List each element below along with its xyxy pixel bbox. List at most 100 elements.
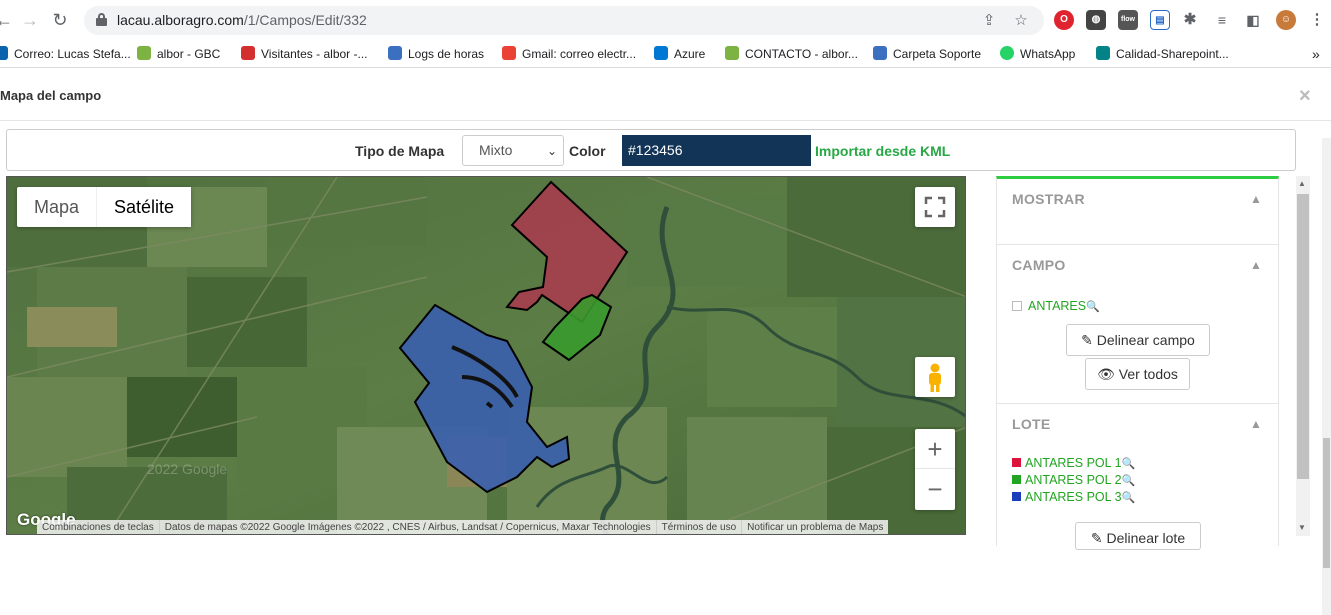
bookmarks-more[interactable]: » [1312,46,1320,62]
bookmark-correo[interactable]: Correo: Lucas Stefa... [0,46,131,62]
browser-toolbar: ← → ↻ lacau.alboragro.com/1/Campos/Edit/… [0,0,1331,40]
whatsapp-icon [1000,46,1014,60]
map-type-select[interactable]: Mixto ⌄ [462,135,564,166]
zoom-in-icon[interactable]: 🔍 [1122,492,1136,504]
color-label: Color [569,143,606,159]
media-icon[interactable]: ≡ [1212,10,1232,30]
map-toolbar: Tipo de Mapa Mixto ⌄ Color #123456 Impor… [6,129,1296,171]
puzzle-icon[interactable]: ✱ [1180,10,1200,30]
albor-icon [725,46,739,60]
delinear-campo-button[interactable]: ✎ Delinear campo [1066,324,1210,356]
gmail-icon [502,46,516,60]
chevron-up-icon[interactable]: ▲ [1250,417,1262,431]
bookmark-calidad[interactable]: Calidad-Sharepoint... [1096,46,1229,62]
section-mostrar: MOSTRAR ▲ [997,179,1278,245]
map-data-text: Datos de mapas ©2022 Google Imágenes ©20… [160,520,657,534]
pencil-icon: ✎ [1090,530,1107,546]
zoom-control: + − [915,429,955,510]
lote-item[interactable]: ANTARES POL 2🔍 [1012,473,1135,487]
satellite-imagery: 2022 Google [7,177,965,534]
bookmark-contacto[interactable]: CONTACTO - albor... [725,46,858,62]
modal-title: Mapa del campo [0,88,102,103]
bookmark-gmail[interactable]: Gmail: correo electr... [502,46,636,62]
bookmark-albor-gbc[interactable]: albor - GBC [137,46,220,62]
chevron-down-icon: ⌄ [546,144,557,158]
sharepoint-icon [1096,46,1110,60]
menu-icon[interactable]: ⋮ [1307,10,1327,30]
lock-icon [96,13,107,26]
terms-link[interactable]: Términos de uso [657,520,743,534]
chevron-up-icon[interactable]: ▲ [1250,258,1262,272]
chevron-up-icon[interactable]: ▲ [1250,192,1262,206]
section-lote: LOTE ▲ ANTARES POL 1🔍 ANTARES POL 2🔍 ANT… [997,404,1278,550]
map-type-satellite-button[interactable]: Satélite [96,187,192,227]
bookmark-carpeta[interactable]: Carpeta Soporte [873,46,981,62]
section-campo: CAMPO ▲ ANTARES🔍 ✎ Delinear campo 👁 Ver … [997,245,1278,404]
bookmark-logs[interactable]: Logs de horas [388,46,484,62]
color-swatch [1012,492,1021,501]
page-content: Mapa del campo × Tipo de Mapa Mixto ⌄ Co… [0,69,1331,615]
fullscreen-icon [924,196,946,218]
page-scrollbar[interactable] [1322,138,1331,615]
street-view-button[interactable] [915,357,955,397]
zoom-in-icon[interactable]: 🔍 [1086,301,1100,313]
scroll-up-icon[interactable]: ▲ [1298,179,1306,188]
outlook-icon [0,46,8,60]
keyboard-shortcuts-link[interactable]: Combinaciones de teclas [37,520,160,534]
map-attribution: Combinaciones de teclas Datos de mapas ©… [37,520,889,534]
zoom-in-button[interactable]: + [915,429,955,469]
scroll-thumb[interactable] [1323,438,1330,568]
lote-item[interactable]: ANTARES POL 1🔍 [1012,456,1135,470]
section-title: LOTE [1012,416,1051,432]
bookmark-azure[interactable]: Azure [654,46,705,62]
star-icon[interactable]: ☆ [1012,12,1030,30]
color-input[interactable]: #123456 [622,135,811,166]
modal-header: Mapa del campo × [0,69,1331,121]
satellite-map[interactable]: 2022 Google Mapa Satélite + − Google Com… [6,176,966,535]
import-kml-link[interactable]: Importar desde KML [815,143,950,159]
scroll-thumb[interactable] [1297,194,1309,479]
campo-item[interactable]: ANTARES🔍 [1012,299,1100,313]
avatar[interactable]: ☺ [1276,10,1296,30]
color-swatch [1012,475,1021,484]
map-type-control: Mapa Satélite [17,187,192,227]
albor-icon [137,46,151,60]
map-type-map-button[interactable]: Mapa [17,187,96,227]
report-problem-link[interactable]: Notificar un problema de Maps [742,520,888,534]
lote-item[interactable]: ANTARES POL 3🔍 [1012,490,1135,504]
checkbox[interactable] [1012,301,1022,311]
panel-scrollbar[interactable]: ▲ ▼ [1296,176,1310,536]
opera-icon[interactable]: O [1054,10,1074,30]
back-icon[interactable]: ← [0,10,14,30]
forward-icon[interactable]: → [20,10,40,30]
svg-text:2022 Google: 2022 Google [147,461,227,477]
url-text[interactable]: lacau.alboragro.com/1/Campos/Edit/332 [117,12,367,28]
zoom-in-icon[interactable]: 🔍 [1122,475,1136,487]
bookmark-whatsapp[interactable]: WhatsApp [1000,46,1075,62]
map-type-label: Tipo de Mapa [355,143,445,159]
zoom-in-icon[interactable]: 🔍 [1122,458,1136,470]
pegman-icon [929,363,941,392]
azure-icon [654,46,668,60]
section-title: MOSTRAR [1012,191,1085,207]
color-swatch [1012,458,1021,467]
address-bar[interactable]: lacau.alboragro.com/1/Campos/Edit/332 ⇪ … [84,6,1044,35]
bookmark-visitantes[interactable]: Visitantes - albor -... [241,46,368,62]
folder-icon [873,46,887,60]
bookmarks-bar: Correo: Lucas Stefa... albor - GBC Visit… [0,40,1331,68]
ver-todos-button[interactable]: 👁 Ver todos [1085,358,1190,390]
close-icon[interactable]: × [1299,85,1311,108]
reload-icon[interactable]: ↻ [50,10,70,30]
fullscreen-button[interactable] [915,187,955,227]
extension-icon[interactable]: ◍ [1086,10,1106,30]
flow-extension-icon[interactable]: flow [1118,10,1138,30]
map-type-value: Mixto [479,142,513,158]
eye-icon: 👁 [1097,366,1119,382]
sidepanel-icon[interactable]: ◧ [1243,10,1263,30]
scroll-down-icon[interactable]: ▼ [1298,523,1306,532]
share-icon[interactable]: ⇪ [980,12,998,30]
layers-panel: MOSTRAR ▲ CAMPO ▲ ANTARES🔍 ✎ Delinear ca… [996,176,1279,550]
zoom-out-button[interactable]: − [915,469,955,509]
doc-extension-icon[interactable]: ▤ [1150,10,1170,30]
pencil-icon: ✎ [1081,332,1097,348]
